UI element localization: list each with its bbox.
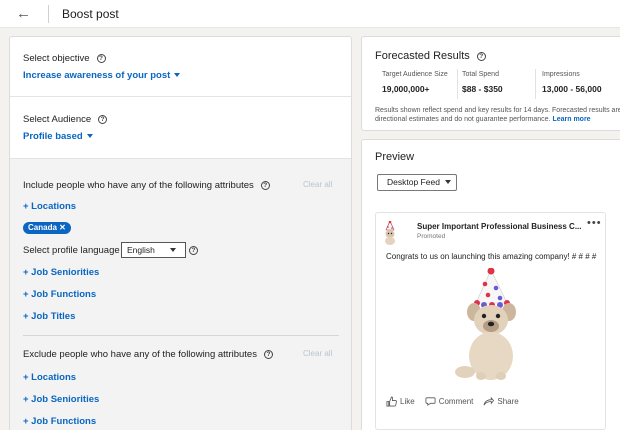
preview-card: Preview Desktop Feed Super Important Pro…	[361, 139, 620, 430]
help-icon[interactable]: ?	[98, 115, 108, 124]
stat-audience-size: Target Audience Size 19,000,000+	[382, 71, 448, 97]
include-add-locations[interactable]: + Locations	[23, 201, 76, 212]
share-label: Share	[497, 397, 519, 406]
audience-value: Profile based	[23, 131, 83, 142]
comment-icon	[425, 397, 436, 406]
chevron-down-icon	[174, 73, 181, 77]
learn-more-link[interactable]: Learn more	[552, 116, 590, 123]
forecast-title: Forecasted Results?	[375, 50, 486, 62]
location-chip-canada[interactable]: Canada ✕	[23, 222, 71, 234]
stat-value: $88 - $350	[462, 84, 503, 94]
audience-section: Select Audience? Profile based	[10, 98, 351, 158]
exclude-add-locations[interactable]: + Locations	[23, 372, 76, 383]
like-label: Like	[400, 397, 415, 406]
audience-dropdown[interactable]: Profile based	[23, 131, 93, 142]
exclude-add-job-seniorities[interactable]: + Job Seniorities	[23, 394, 99, 405]
help-icon[interactable]: ?	[476, 52, 486, 61]
stat-impressions: Impressions 13,000 - 56,000	[542, 71, 602, 97]
post-actions: Like Comment Share	[386, 396, 519, 407]
objective-section: Select objective? Increase awareness of …	[10, 37, 351, 97]
help-icon[interactable]: ?	[263, 350, 273, 359]
share-arrow-icon	[483, 396, 495, 406]
page-title: Boost post	[62, 6, 119, 21]
chevron-down-icon	[86, 134, 93, 138]
stat-value: 19,000,000+	[382, 84, 430, 94]
exclude-heading-text: Exclude people who have any of the follo…	[23, 349, 257, 360]
objective-label: Select objective?	[23, 53, 106, 64]
stat-total-spend: Total Spend $88 - $350	[462, 71, 503, 97]
stat-divider	[457, 69, 458, 99]
dog-avatar-icon	[385, 221, 395, 245]
exclude-add-job-functions[interactable]: + Job Functions	[23, 416, 96, 427]
chevron-down-icon	[444, 180, 451, 184]
objective-label-text: Select objective	[23, 53, 90, 64]
forecast-title-text: Forecasted Results	[375, 50, 470, 62]
audience-label: Select Audience?	[23, 114, 108, 125]
language-select[interactable]: English	[121, 242, 186, 258]
close-icon[interactable]: ✕	[59, 223, 66, 232]
language-value: English	[127, 245, 155, 255]
stat-label: Target Audience Size	[382, 71, 448, 78]
exclude-clear-all[interactable]: Clear all	[303, 349, 332, 358]
thumbs-up-icon	[386, 396, 397, 407]
help-icon[interactable]: ?	[260, 181, 270, 190]
stat-divider	[535, 69, 536, 99]
include-heading: Include people who have any of the follo…	[23, 180, 270, 191]
feed-select-label: Desktop Feed	[387, 177, 440, 187]
ellipsis-icon[interactable]: •••	[587, 217, 602, 229]
stat-label: Total Spend	[462, 71, 499, 78]
header-divider	[48, 4, 49, 23]
help-icon[interactable]: ?	[189, 246, 198, 255]
include-clear-all[interactable]: Clear all	[303, 180, 332, 189]
chevron-down-icon	[170, 248, 176, 252]
dog-party-hat-image	[455, 268, 516, 380]
chip-label: Canada	[28, 223, 57, 232]
exclude-heading: Exclude people who have any of the follo…	[23, 349, 273, 360]
include-add-job-seniorities[interactable]: + Job Seniorities	[23, 267, 99, 278]
post-text: Congrats to us on launching this amazing…	[386, 252, 597, 261]
language-label: Select profile language	[23, 245, 120, 256]
targeting-panel: Select objective? Increase awareness of …	[9, 36, 352, 430]
back-arrow-icon[interactable]: ←	[16, 5, 32, 22]
stat-value: 13,000 - 56,000	[542, 84, 602, 94]
forecast-card: Forecasted Results? Target Audience Size…	[361, 36, 620, 131]
objective-value: Increase awareness of your post	[23, 70, 171, 81]
post-author[interactable]: Super Important Professional Business C.…	[417, 222, 581, 231]
comment-button[interactable]: Comment	[425, 396, 474, 407]
help-icon[interactable]: ?	[96, 54, 106, 63]
post-preview: Super Important Professional Business C.…	[375, 212, 606, 430]
include-add-job-titles[interactable]: + Job Titles	[23, 311, 75, 322]
like-button[interactable]: Like	[386, 396, 415, 407]
forecast-disclaimer: Results shown reflect spend and key resu…	[375, 106, 620, 124]
share-button[interactable]: Share	[483, 396, 519, 407]
audience-label-text: Select Audience	[23, 114, 92, 125]
section-divider	[23, 335, 339, 336]
include-heading-text: Include people who have any of the follo…	[23, 180, 254, 191]
post-promoted-label: Promoted	[417, 233, 446, 240]
top-bar: ← Boost post	[0, 0, 620, 28]
stat-label: Impressions	[542, 71, 580, 78]
preview-title: Preview	[375, 151, 415, 163]
comment-label: Comment	[438, 397, 474, 406]
feed-select-button[interactable]: Desktop Feed	[377, 174, 457, 191]
include-add-job-functions[interactable]: + Job Functions	[23, 289, 96, 300]
attributes-section: Include people who have any of the follo…	[10, 158, 351, 430]
objective-dropdown[interactable]: Increase awareness of your post	[23, 70, 181, 81]
